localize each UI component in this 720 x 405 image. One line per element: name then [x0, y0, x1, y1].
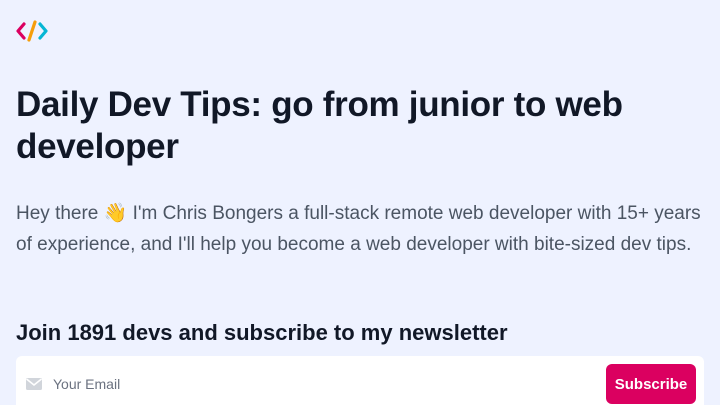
envelope-icon: [26, 378, 42, 390]
page-title: Daily Dev Tips: go from junior to web de…: [16, 85, 623, 166]
code-bracket-logo-icon: [16, 20, 48, 42]
intro-text: Hey there 👋 I'm Chris Bongers a full-sta…: [16, 203, 701, 255]
newsletter-heading: Join 1891 devs and subscribe to my newsl…: [16, 320, 508, 345]
subscribe-button[interactable]: Subscribe: [606, 364, 696, 404]
newsletter-form: Subscribe: [16, 356, 704, 405]
email-input[interactable]: [53, 370, 593, 398]
